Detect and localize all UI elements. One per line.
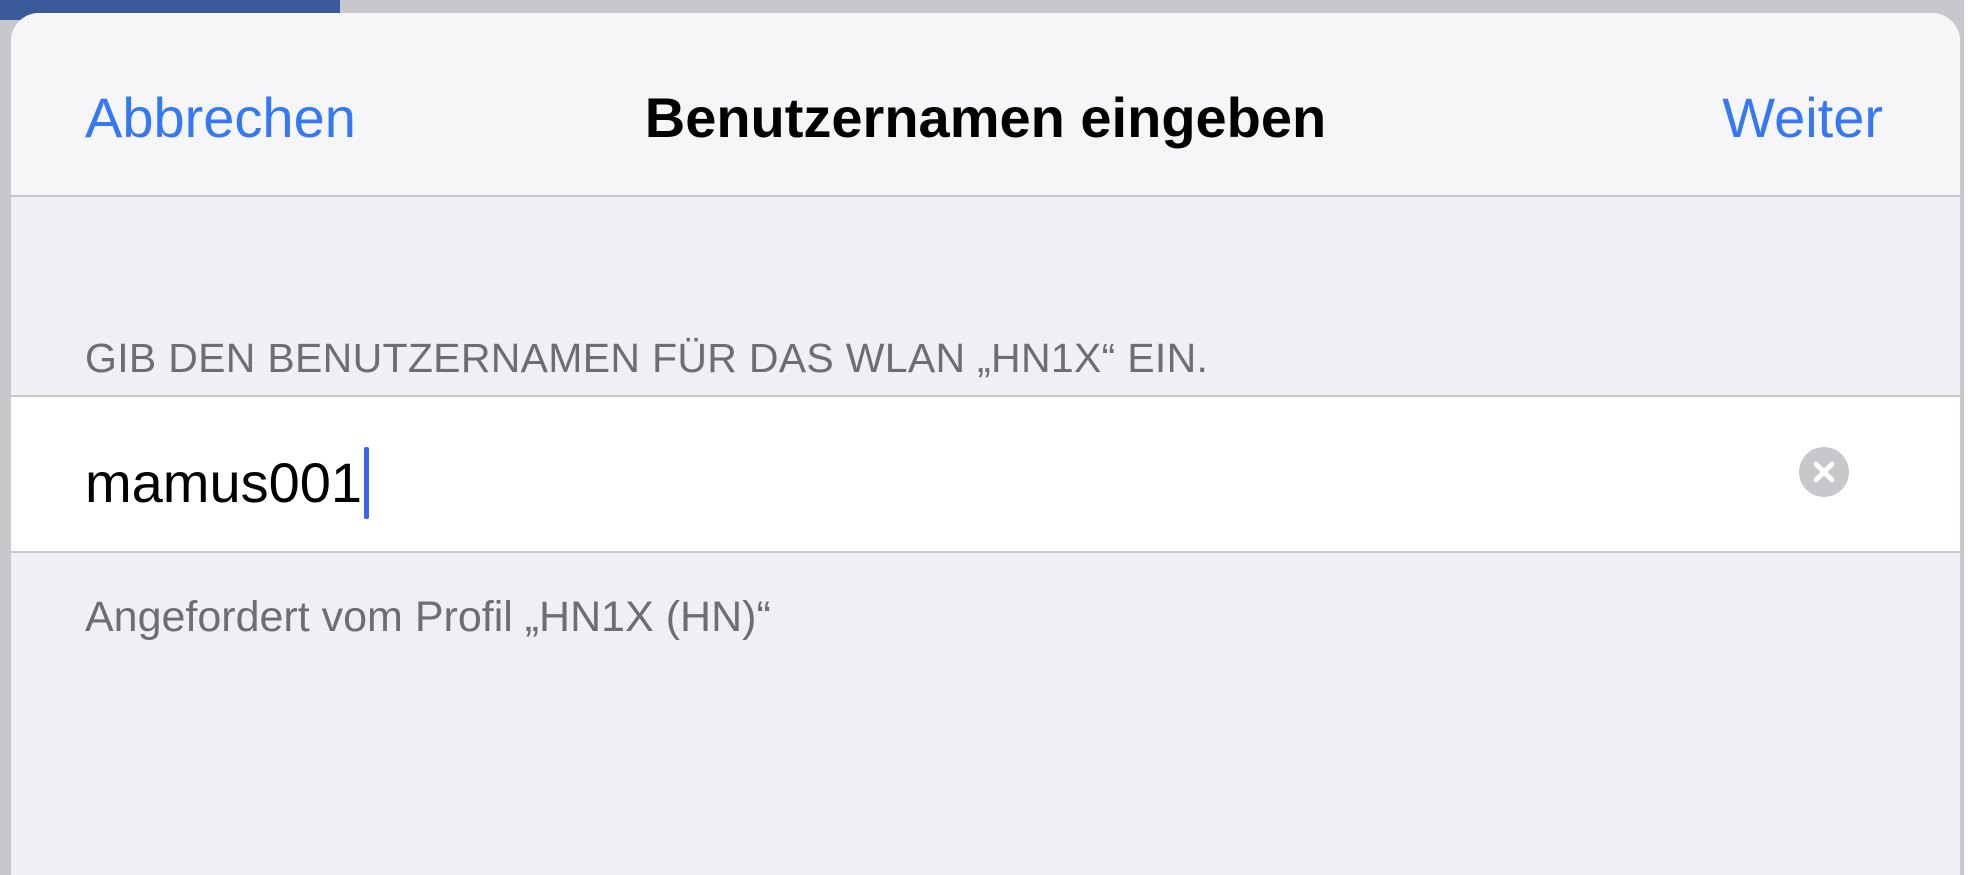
username-entry-sheet: Abbrechen Benutzernamen eingeben Weiter … [11,13,1960,875]
username-input[interactable]: mamus001 [85,447,370,519]
next-button[interactable]: Weiter [1722,87,1883,149]
username-value: mamus001 [85,451,363,514]
clear-circle-icon[interactable] [1799,447,1849,497]
clear-x-glyph [1813,461,1835,483]
text-caret [364,447,370,519]
background-edge [1964,0,1973,875]
navigation-bar: Abbrechen Benutzernamen eingeben Weiter [11,13,1960,197]
page-title: Benutzernamen eingeben [644,86,1327,149]
username-field-cell: mamus001 [11,395,1960,553]
profile-footer-note: Angefordert vom Profil „HN1X (HN)“ [85,593,771,641]
section-header: GIB DEN BENUTZERNAMEN FÜR DAS WLAN „HN1X… [85,335,1209,381]
